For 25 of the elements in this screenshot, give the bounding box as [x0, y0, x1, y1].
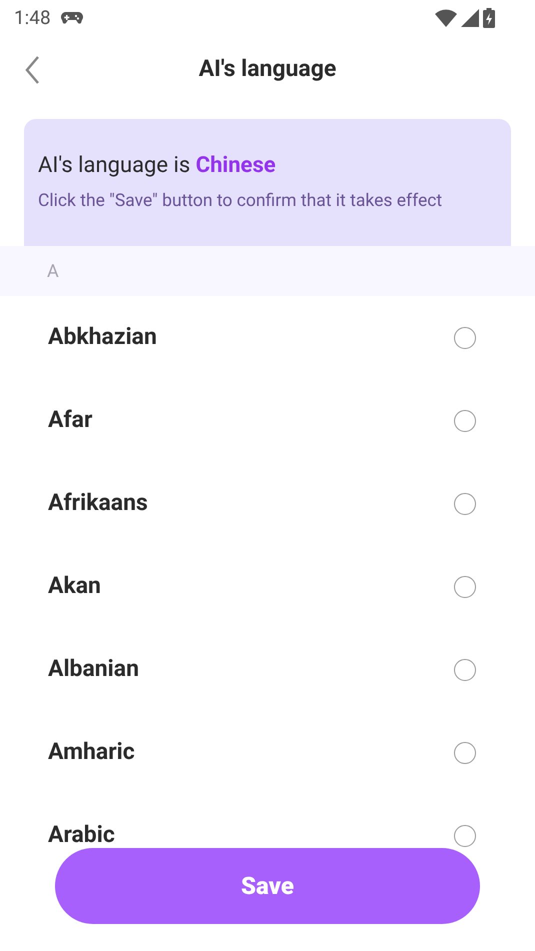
- radio-button[interactable]: [454, 658, 476, 680]
- signal-icon: [461, 9, 479, 27]
- gamepad-icon: [60, 11, 83, 25]
- language-name: Albanian: [48, 654, 139, 684]
- hint-text: Click the "Save" button to confirm that it takes effect: [38, 190, 444, 213]
- page-title: AI's language: [198, 54, 336, 84]
- battery-icon: [483, 8, 495, 28]
- wifi-icon: [435, 9, 457, 27]
- status-time: 1:48: [14, 4, 51, 31]
- radio-button[interactable]: [454, 492, 476, 514]
- radio-button[interactable]: [454, 576, 476, 598]
- current-language-text: AI's language is Chinese: [38, 152, 277, 180]
- radio-button[interactable]: [454, 326, 476, 348]
- language-name: Akan: [48, 571, 101, 602]
- back-chevron-icon: [24, 55, 40, 85]
- language-name: Abkhazian: [48, 322, 157, 352]
- radio-button[interactable]: [454, 824, 476, 846]
- section-letter: A: [47, 260, 59, 284]
- language-name: Amharic: [48, 737, 135, 768]
- radio-button[interactable]: [454, 742, 476, 764]
- language-name: Afar: [48, 405, 92, 436]
- language-name: Arabic: [48, 820, 115, 850]
- save-button[interactable]: Save: [55, 848, 480, 924]
- language-name: Afrikaans: [48, 488, 148, 518]
- radio-button[interactable]: [454, 410, 476, 432]
